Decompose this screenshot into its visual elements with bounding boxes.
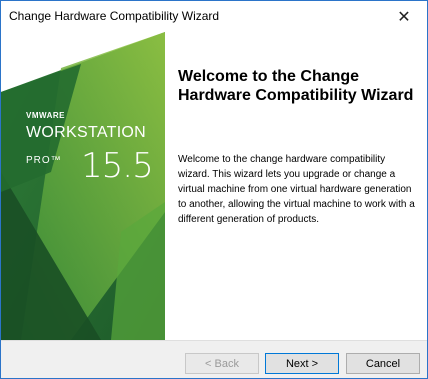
- window-title: Change Hardware Compatibility Wizard: [9, 9, 220, 23]
- wizard-content: Welcome to the Change Hardware Compatibi…: [178, 67, 418, 225]
- wizard-description: Welcome to the change hardware compatibi…: [178, 154, 415, 225]
- wizard-window: Change Hardware Compatibility Wizard ✕ V…: [0, 0, 428, 379]
- brand-logo: VMWARE WORKSTATION PRO™ 15.5: [26, 111, 154, 186]
- back-button[interactable]: < Back: [185, 353, 259, 374]
- banner-graphic: [1, 32, 165, 340]
- vendor-name: VMWARE: [26, 111, 65, 120]
- title-bar: Change Hardware Compatibility Wizard ✕: [1, 1, 427, 32]
- product-name: WORKSTATION: [26, 124, 147, 141]
- button-bar: < Back Next > Cancel: [1, 340, 427, 378]
- product-version: 15.5: [81, 146, 154, 186]
- wizard-heading: Welcome to the Change Hardware Compatibi…: [178, 68, 414, 104]
- close-icon: ✕: [397, 8, 411, 26]
- next-button[interactable]: Next >: [265, 353, 339, 374]
- close-button[interactable]: ✕: [381, 1, 427, 32]
- vmware-banner: VMWARE WORKSTATION PRO™ 15.5: [1, 32, 165, 340]
- product-edition: PRO™: [26, 155, 62, 166]
- cancel-button[interactable]: Cancel: [346, 353, 420, 374]
